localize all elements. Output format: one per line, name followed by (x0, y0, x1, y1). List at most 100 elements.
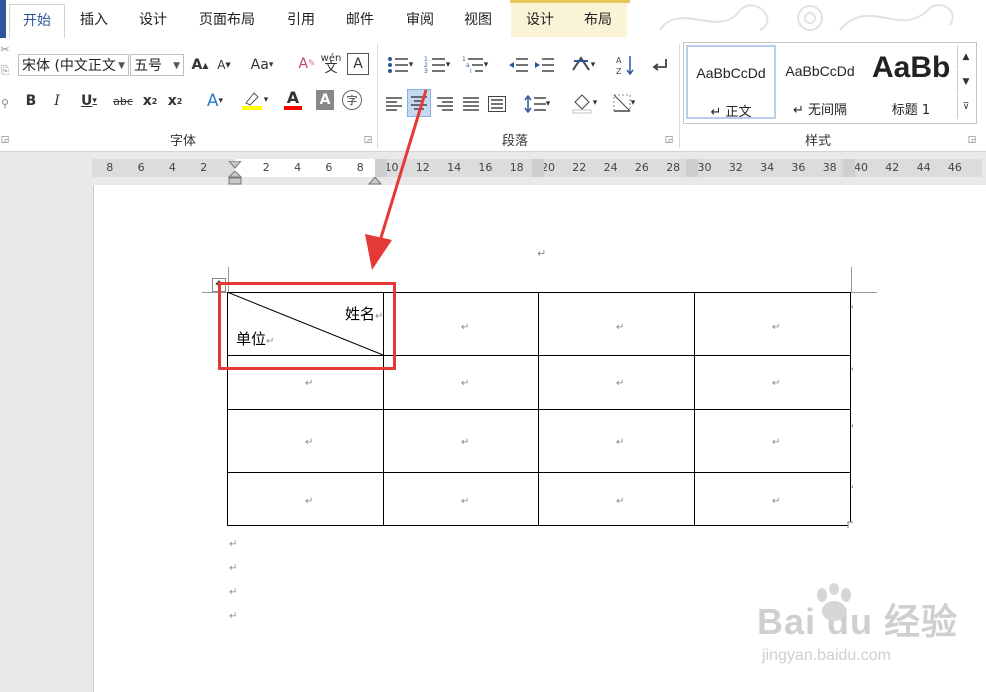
document-page[interactable]: ↵ ✥ ↵↵↵ ↵↵↵↵ ↵↵↵↵ ↵↵↵↵ ↵↵↵↵ 姓名↵ 单位↵ ↵↵↵↵… (93, 185, 986, 692)
highlight-icon[interactable]: ▾ (236, 88, 272, 112)
tab-review[interactable]: 审阅 (396, 4, 444, 37)
svg-text:↵: ↵ (616, 322, 624, 333)
format-painter-icon[interactable]: ⚲ (0, 96, 10, 110)
tab-mailings[interactable]: 邮件 (334, 4, 386, 37)
ruler-tick-label: 36 (791, 161, 806, 174)
character-border-icon[interactable]: A (347, 53, 369, 75)
clear-formatting-icon[interactable]: A ✎ (296, 52, 318, 76)
group-separator (679, 44, 680, 148)
phonetic-guide-icon[interactable]: wén 文 (320, 50, 342, 78)
clipboard-dialog-launcher-icon[interactable]: ◲ (0, 134, 10, 146)
ruler-tick-label: 18 (509, 161, 524, 174)
italic-icon[interactable]: I (48, 90, 66, 112)
shrink-font-icon[interactable]: A ▼ (214, 54, 234, 76)
table-resize-handle (847, 521, 853, 528)
style-normal-preview: AaBbCcDd (696, 65, 766, 81)
column-marker-4[interactable] (843, 159, 855, 177)
font-name-combo[interactable]: 宋体 (中文正文 ▼ (18, 54, 129, 76)
tab-references[interactable]: 引用 (277, 4, 325, 37)
multilevel-list-icon[interactable]: 1 a i ▾ (458, 52, 492, 78)
svg-text:↵: ↵ (851, 364, 853, 375)
paste-icon[interactable]: ✂ (0, 42, 10, 56)
tab-table-design[interactable]: 设计 (511, 0, 569, 37)
borders-icon[interactable]: ▾ (606, 90, 642, 116)
subscript-icon[interactable]: x2 (140, 90, 160, 112)
justify-icon[interactable] (460, 92, 482, 116)
tab-home[interactable]: 开始 (9, 4, 65, 39)
copy-icon[interactable]: ⎘ (0, 64, 10, 78)
sort-icon[interactable]: AZ (614, 52, 636, 78)
ruler-tick-label: 44 (916, 161, 931, 174)
styles-more-icon[interactable]: ⊽ (957, 95, 974, 119)
paragraph-mark: ↵ (537, 247, 547, 260)
column-marker-2[interactable] (532, 159, 544, 177)
shading-icon[interactable]: ▾ (566, 90, 602, 116)
styles-scroll-down-icon[interactable]: ▼ (957, 70, 974, 94)
ruler-tick-label: 8 (106, 161, 114, 174)
ruler-tick-label: 34 (760, 161, 775, 174)
ruler-tick-label: 16 (478, 161, 493, 174)
hanging-indent-marker[interactable] (227, 170, 243, 185)
decrease-indent-icon[interactable] (507, 52, 529, 78)
paw-logo-icon (817, 583, 851, 621)
ruler-tick-label: 22 (572, 161, 587, 174)
styles-dialog-launcher-icon[interactable]: ◲ (966, 134, 978, 146)
ruler-tick-label: 14 (447, 161, 462, 174)
style-no-spacing[interactable]: AaBbCcDd ↵ 无间隔 (775, 45, 865, 119)
annotation-arrow (365, 89, 428, 270)
style-normal-name: ↵ 正文 (710, 105, 752, 120)
ruler-tick-label: 32 (728, 161, 743, 174)
superscript-icon[interactable]: x2 (165, 90, 185, 112)
character-shading-icon[interactable]: A (316, 90, 334, 110)
strikethrough-icon[interactable]: abc (110, 90, 136, 112)
style-normal[interactable]: AaBbCcDd ↵ 正文 (686, 45, 776, 120)
enclose-characters-icon[interactable]: 字 (342, 90, 362, 110)
chevron-down-icon: ▼ (118, 61, 125, 71)
svg-text:↵: ↵ (851, 421, 853, 432)
tab-insert[interactable]: 插入 (70, 4, 118, 37)
ruler-tick-label: 46 (947, 161, 962, 174)
ruler-tick-label: 4 (294, 161, 302, 174)
tab-table-layout[interactable]: 布局 (569, 0, 627, 37)
bold-icon[interactable]: B (22, 90, 40, 112)
chinese-layout-icon[interactable]: ▾ (566, 52, 600, 78)
numbering-icon[interactable]: 1 2 3 ▾ (420, 52, 454, 78)
style-heading-1[interactable]: AaBb 标题 1 (866, 45, 956, 119)
text-effects-icon[interactable]: A ▾ (198, 90, 232, 112)
svg-text:↵: ↵ (305, 437, 313, 448)
svg-text:↵: ↵ (851, 482, 853, 493)
font-color-icon[interactable]: A (276, 88, 310, 112)
underline-icon[interactable]: U ▾ (74, 90, 104, 112)
font-group-label: 字体 (170, 134, 197, 149)
column-marker-3[interactable] (686, 159, 698, 177)
show-formatting-marks-icon[interactable] (649, 52, 671, 78)
grow-font-icon[interactable]: A ▲ (190, 54, 210, 76)
font-size-combo[interactable]: 五号 ▼ (130, 54, 184, 76)
ruler-tick-label: 2 (262, 161, 270, 174)
watermark-brand: Bai du 经验 (757, 601, 959, 642)
ribbon-tabbar: 开始 插入 设计 页面布局 引用 邮件 审阅 视图 设计 布局 (0, 0, 986, 39)
tab-view[interactable]: 视图 (452, 4, 504, 37)
line-spacing-icon[interactable]: ▾ (520, 92, 554, 116)
svg-text:↵: ↵ (851, 302, 853, 313)
svg-text:A: A (616, 56, 622, 65)
svg-text:Z: Z (616, 67, 622, 76)
style-heading-1-name: 标题 1 (891, 103, 931, 118)
svg-text:↵: ↵ (616, 378, 624, 389)
svg-text:↵: ↵ (772, 378, 780, 389)
bullets-icon[interactable]: ▾ (383, 52, 417, 78)
paragraph-dialog-launcher-icon[interactable]: ◲ (663, 134, 675, 146)
ruler-tick-label: 28 (666, 161, 681, 174)
style-no-spacing-preview: AaBbCcDd (785, 63, 855, 79)
ruler-tick-label: 2 (200, 161, 208, 174)
change-case-icon[interactable]: Aa ▾ (246, 54, 278, 76)
tab-design[interactable]: 设计 (128, 4, 178, 37)
increase-indent-icon[interactable] (533, 52, 555, 78)
styles-scroll-up-icon[interactable]: ▲ (957, 45, 974, 69)
svg-text:↵: ↵ (461, 496, 469, 507)
annotation-highlight-box (218, 282, 396, 370)
tab-page-layout[interactable]: 页面布局 (188, 4, 266, 37)
horizontal-ruler[interactable]: 8 6 4 2 2 4 6 8 10 12 14 16 18 20 22 24 26 28 30 32 34 36 38 40… (0, 152, 986, 185)
distributed-icon[interactable] (486, 92, 508, 116)
first-line-indent-marker[interactable] (227, 154, 243, 169)
